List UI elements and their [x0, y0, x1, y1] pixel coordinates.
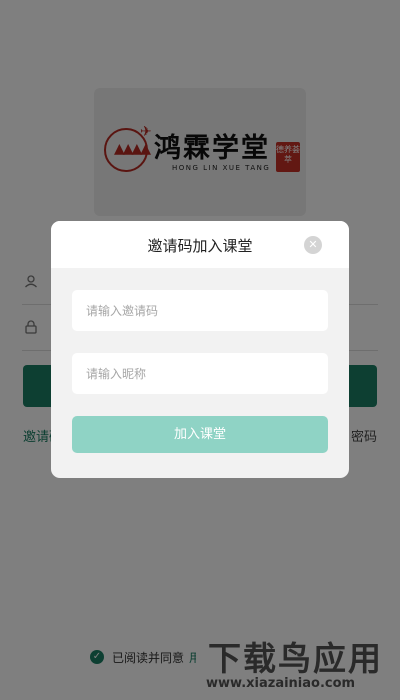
invite-code-input[interactable]: [72, 290, 328, 331]
join-class-button[interactable]: 加入课堂: [72, 416, 328, 453]
close-icon[interactable]: ✕: [304, 236, 322, 254]
invite-dialog: 邀请码加入课堂 ✕ 加入课堂: [51, 221, 349, 478]
dialog-header: 邀请码加入课堂 ✕: [51, 221, 349, 268]
nickname-input[interactable]: [72, 353, 328, 394]
